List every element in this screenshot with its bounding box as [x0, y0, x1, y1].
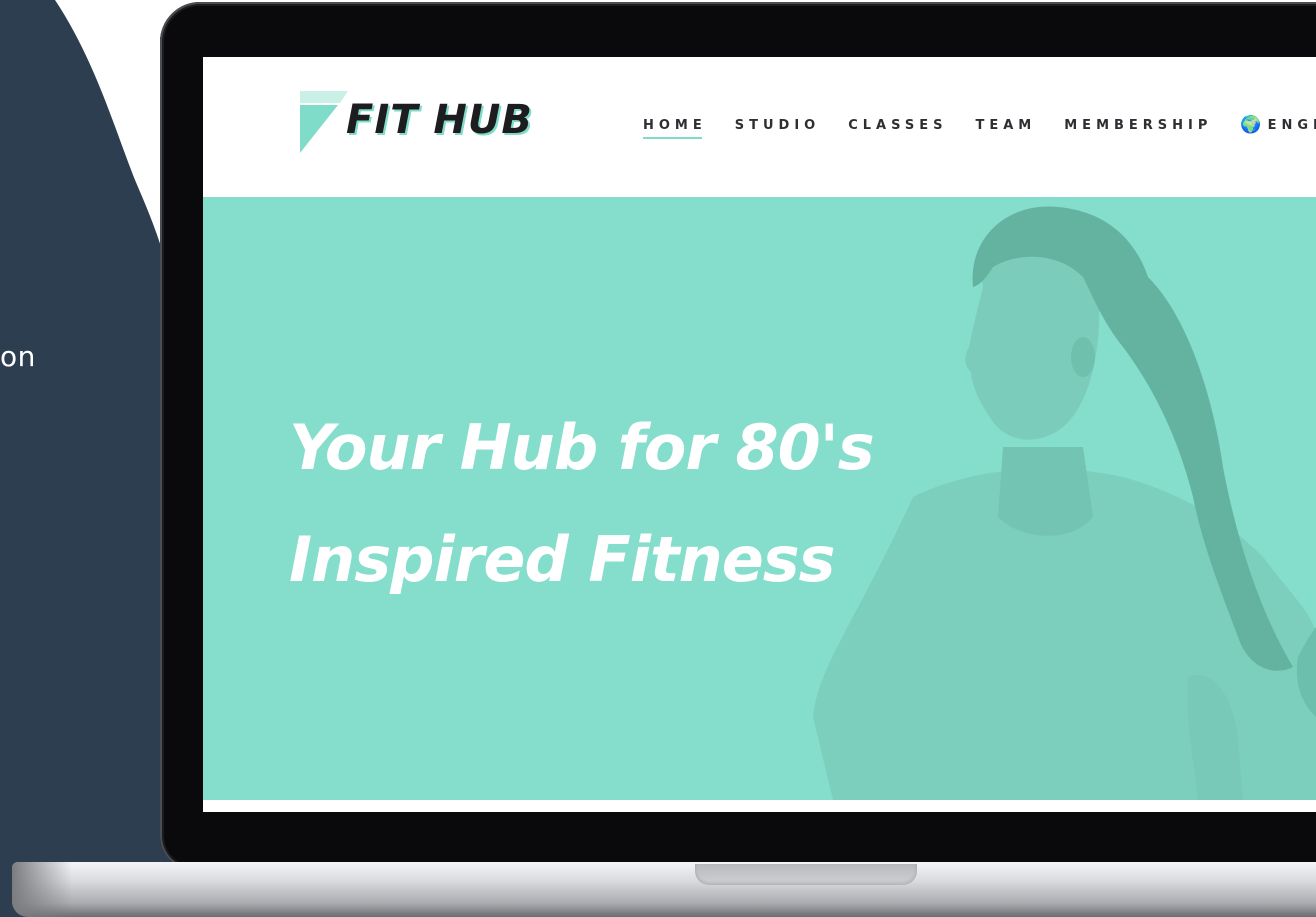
nav-item-classes[interactable]: CLASSES	[848, 118, 947, 139]
hero-title-line-1: Your Hub for 80's	[289, 411, 875, 484]
laptop-base-edge	[12, 862, 72, 917]
hero-title-line-2: Inspired Fitness	[289, 523, 836, 596]
globe-icon: 🌍	[1240, 115, 1262, 135]
language-selector[interactable]: 🌍 ENGL	[1240, 117, 1316, 140]
page-divider	[203, 800, 1316, 812]
language-label: ENGL	[1267, 118, 1316, 133]
hero-title: Your Hub for 80's Inspired Fitness	[289, 392, 875, 616]
main-nav: HOME STUDIO CLASSES TEAM MEMBERSHIP 🌍 EN…	[643, 117, 1316, 140]
side-panel-text: on	[0, 340, 36, 373]
hero-section: Your Hub for 80's Inspired Fitness	[203, 197, 1316, 800]
laptop-screen: FIT HUB HOME STUDIO CLASSES TEAM MEMBERS…	[203, 57, 1316, 812]
laptop-opening-notch	[695, 864, 917, 885]
nav-item-studio[interactable]: STUDIO	[735, 118, 820, 139]
site-logo[interactable]: FIT HUB	[300, 91, 532, 155]
nav-item-home[interactable]: HOME	[643, 118, 707, 139]
nav-item-membership[interactable]: MEMBERSHIP	[1064, 118, 1212, 139]
site-header: FIT HUB HOME STUDIO CLASSES TEAM MEMBERS…	[203, 57, 1316, 197]
laptop-base	[12, 862, 1316, 917]
bolt-logo-icon	[300, 91, 348, 153]
nav-item-team[interactable]: TEAM	[976, 118, 1037, 139]
logo-text: FIT HUB	[346, 97, 533, 143]
